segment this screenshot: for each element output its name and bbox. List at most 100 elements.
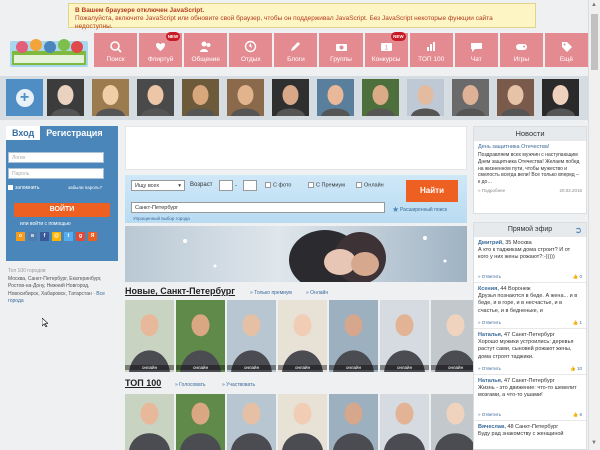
user-avatar-thumb[interactable] — [542, 79, 579, 116]
arrow-circle-icon[interactable]: ➲ — [574, 223, 582, 237]
nav-item-4[interactable]: Блоги — [274, 33, 318, 67]
post-text: Хорошо мужики устроились: деревья растут… — [478, 339, 574, 360]
nav-item-9[interactable]: Игры — [499, 33, 543, 67]
age-dash: - — [235, 183, 237, 189]
google-icon[interactable]: g — [76, 232, 85, 241]
online-link[interactable]: » Онлайн — [306, 290, 328, 296]
post-text: Жизнь - это движение: что-то шевелит моз… — [478, 385, 577, 399]
simple-city-link[interactable]: Упрощенный выбор города — [133, 216, 190, 221]
online-checkbox[interactable]: Онлайн — [356, 182, 384, 188]
post-author[interactable]: Вячеслав, — [478, 424, 506, 430]
user-card[interactable]: онлайн — [380, 300, 429, 372]
tab-login[interactable]: Вход — [6, 126, 41, 140]
city-input[interactable]: Санкт-Петербург — [131, 202, 385, 213]
post-text: А кто к таджикам дома строит? И от кого … — [478, 247, 571, 261]
news-more-link[interactable]: » Подробнее — [478, 188, 505, 193]
looking-for-select[interactable]: Ищу всех ▾ — [131, 180, 185, 191]
user-avatar-thumb[interactable] — [407, 79, 444, 116]
scrollbar-thumb[interactable] — [591, 14, 598, 70]
promo-banner-image[interactable] — [125, 226, 467, 290]
user-card[interactable]: онлайн — [278, 300, 327, 372]
yandex-icon[interactable]: Я — [88, 232, 97, 241]
like-count[interactable]: 👍 6 — [573, 411, 582, 418]
contest-icon: 1 — [380, 43, 392, 52]
nav-item-6[interactable]: 1 Конкурсы NEW — [364, 32, 408, 67]
forgot-password-link[interactable]: забыли пароль? — [68, 185, 102, 190]
nav-item-8[interactable]: Чат — [454, 33, 498, 67]
post-author[interactable]: Ксения, — [478, 286, 499, 292]
user-avatar-thumb[interactable] — [317, 79, 354, 116]
compass-icon — [245, 40, 257, 53]
user-avatar-thumb[interactable] — [182, 79, 219, 116]
javascript-warning-text: Пожалуйста, включите JavaScript или обно… — [75, 15, 493, 30]
site-logo[interactable] — [10, 33, 88, 71]
age-from-input[interactable] — [219, 180, 233, 191]
participate-link[interactable]: » Участвовать — [222, 382, 255, 388]
post-author[interactable]: Наталья, — [478, 378, 502, 384]
user-card[interactable] — [380, 394, 429, 450]
password-field[interactable]: Пароль — [8, 168, 104, 179]
login-field[interactable]: Логин — [8, 152, 104, 163]
user-card[interactable]: онлайн — [329, 300, 378, 372]
mailru-icon[interactable]: @ — [52, 232, 61, 241]
post-text: Буду рад знакомству с женщиной — [478, 431, 564, 438]
nav-item-10[interactable]: Ещё — [544, 33, 589, 67]
premium-checkbox[interactable]: С Премиум — [308, 182, 345, 188]
reply-link[interactable]: » Ответить — [478, 365, 501, 372]
top100-heading[interactable]: ТОП 100 — [125, 378, 161, 388]
with-photo-checkbox[interactable]: С фото — [265, 182, 291, 188]
user-card[interactable]: онлайн — [176, 300, 225, 372]
page-scrollbar[interactable]: ▲ ▼ — [588, 0, 600, 450]
user-avatar-thumb[interactable] — [362, 79, 399, 116]
user-avatar-thumb[interactable] — [137, 79, 174, 116]
reply-link[interactable]: » Ответить — [478, 319, 501, 326]
reply-link[interactable]: » Ответить — [478, 411, 501, 418]
news-title[interactable]: День защитника Отечества! — [474, 141, 586, 150]
post-author[interactable]: Дмитрий, — [478, 240, 504, 246]
user-avatar-thumb[interactable] — [92, 79, 129, 116]
post-author[interactable]: Наталья, — [478, 332, 502, 338]
user-avatar-thumb[interactable] — [272, 79, 309, 116]
remember-checkbox[interactable]: запомнить — [8, 185, 39, 191]
user-avatar-thumb[interactable] — [497, 79, 534, 116]
nav-item-1[interactable]: Флиртуй NEW — [139, 32, 183, 67]
facebook-icon[interactable]: f — [40, 232, 49, 241]
find-button[interactable]: Найти — [406, 180, 458, 202]
nav-item-3[interactable]: Отдых — [229, 33, 273, 67]
twitter-icon[interactable]: t — [64, 232, 73, 241]
advanced-search-link[interactable]: Расширенный поиск — [400, 207, 447, 213]
user-avatar-thumb[interactable] — [47, 79, 84, 116]
vkontakte-icon[interactable]: в — [28, 232, 37, 241]
premium-only-link[interactable]: » Только премиум — [250, 290, 292, 296]
user-card[interactable] — [329, 394, 378, 450]
user-card[interactable] — [278, 394, 327, 450]
user-avatar-thumb[interactable] — [227, 79, 264, 116]
nav-label: Группы — [330, 56, 352, 63]
reply-link[interactable]: » Ответить — [478, 273, 501, 280]
top-cities-list[interactable]: Москва, Санкт-Петербург, Екатеринбург, Р… — [8, 276, 101, 297]
user-avatar-thumb[interactable] — [452, 79, 489, 116]
user-card[interactable] — [125, 394, 174, 450]
user-card[interactable] — [176, 394, 225, 450]
user-card[interactable]: онлайн — [227, 300, 276, 372]
new-users-heading[interactable]: Новые, Санкт-Петербург — [125, 286, 235, 296]
nav-item-7[interactable]: ТОП 100 — [409, 33, 453, 67]
add-photo-button[interactable]: + — [6, 79, 43, 116]
nav-item-2[interactable]: Общение — [184, 33, 228, 67]
like-count[interactable]: 👍 10 — [570, 365, 582, 372]
scroll-up-icon[interactable]: ▲ — [591, 2, 597, 8]
camera-icon — [335, 44, 347, 51]
live-post: Наталья, 47 Санкт-Петербург Жизнь - это д… — [474, 375, 586, 421]
odnoklassniki-icon[interactable]: о — [16, 232, 25, 241]
user-card[interactable] — [227, 394, 276, 450]
scroll-down-icon[interactable]: ▼ — [591, 440, 597, 446]
like-count[interactable]: 👍 1 — [573, 319, 582, 326]
like-count[interactable]: 👍 0 — [573, 273, 582, 280]
age-to-input[interactable] — [243, 180, 257, 191]
vote-link[interactable]: » Голосовать — [175, 382, 205, 388]
nav-item-0[interactable]: Поиск — [94, 33, 138, 67]
tab-register[interactable]: Регистрация — [40, 126, 108, 140]
nav-item-5[interactable]: Группы — [319, 33, 363, 67]
login-button[interactable]: ВОЙТИ — [14, 203, 110, 217]
user-card[interactable]: онлайн — [125, 300, 174, 372]
